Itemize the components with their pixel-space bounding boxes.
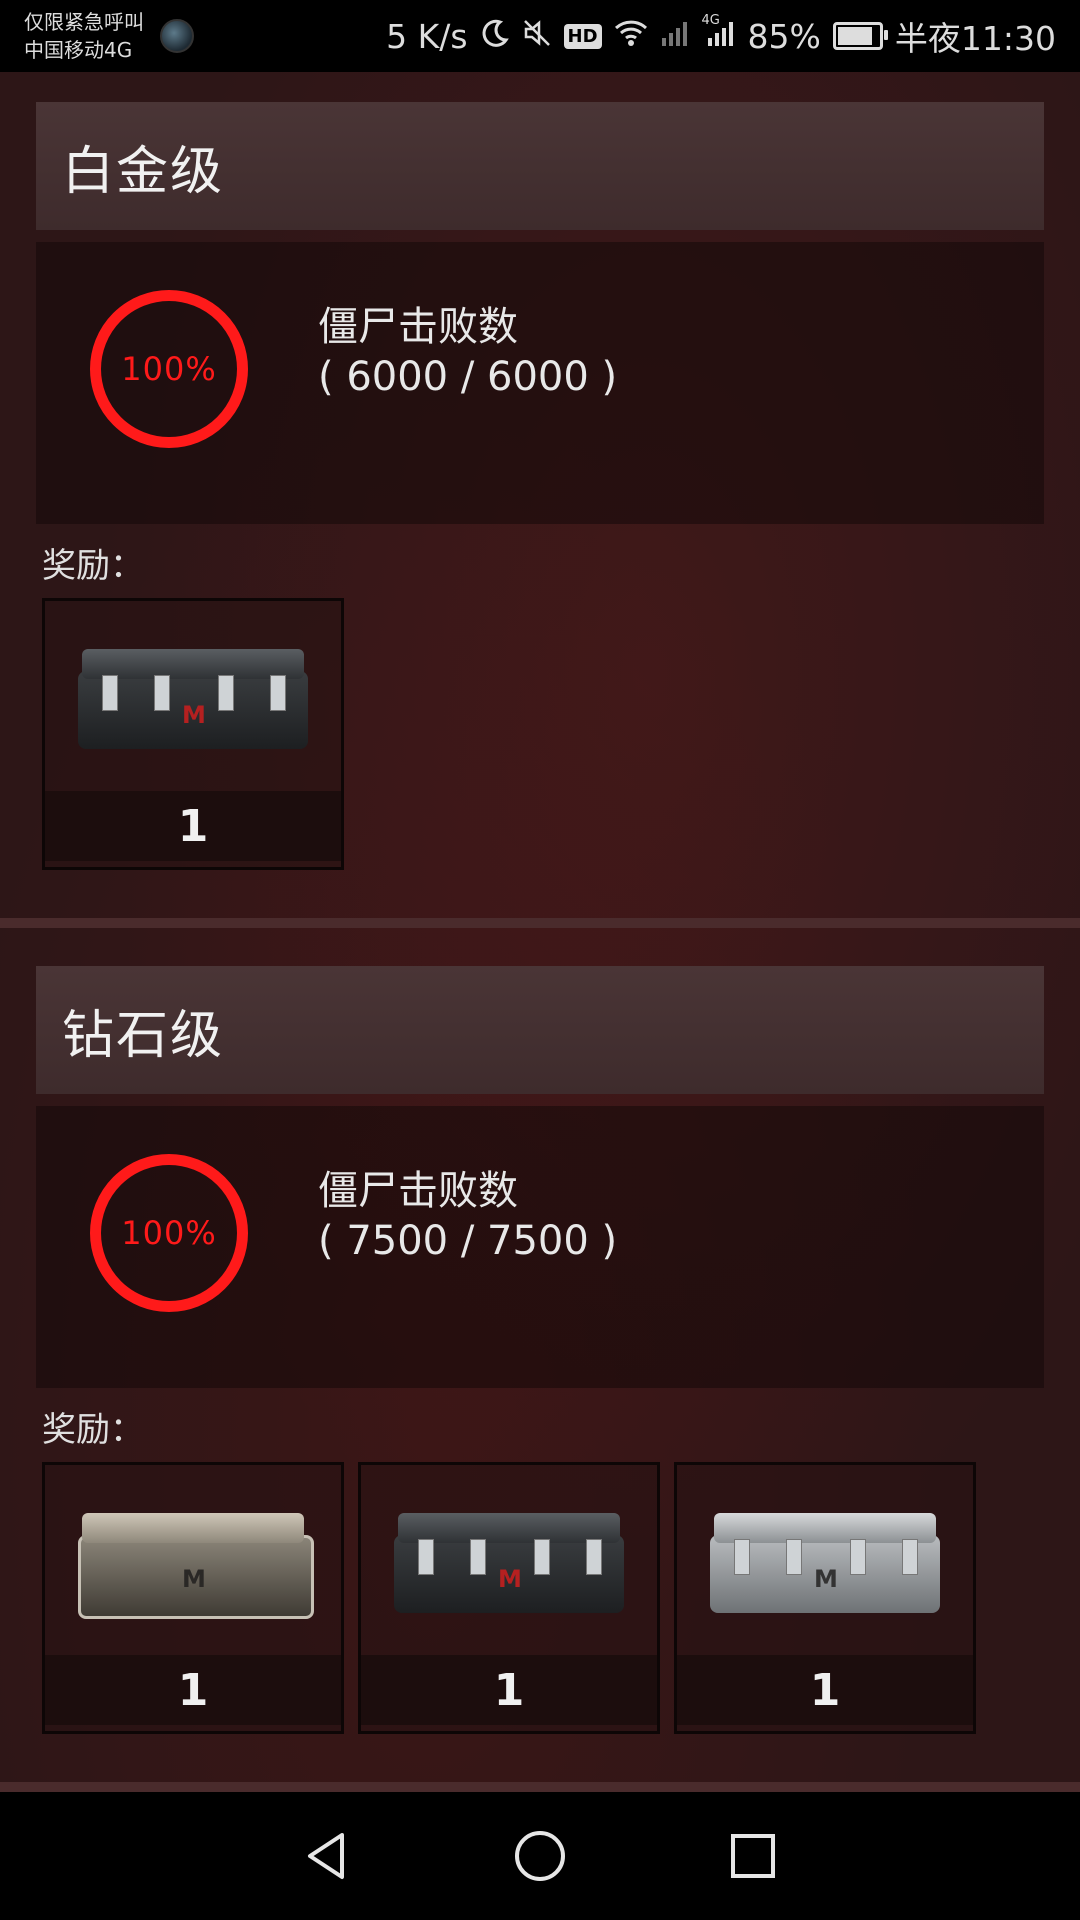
back-icon[interactable] — [297, 1826, 357, 1886]
mute-icon — [522, 17, 552, 56]
tier-title: 白金级 — [62, 141, 225, 202]
hd-icon: HD — [563, 23, 602, 49]
reward-list: M 1 — [42, 598, 344, 870]
signal-icon: 4G — [702, 13, 736, 56]
wifi-icon — [614, 17, 648, 56]
reward-label: 奖励： — [42, 1410, 144, 1450]
no-signal-icon — [660, 17, 690, 56]
clock: 半夜11:30 — [894, 19, 1056, 58]
wooden-crate-icon: M — [45, 1465, 341, 1661]
carrier-info: 仅限紧急呼叫 中国移动4G — [24, 8, 144, 64]
carrier-line2: 中国移动4G — [24, 38, 133, 62]
navigation-bar — [0, 1792, 1080, 1920]
moon-icon — [480, 17, 510, 56]
black-crate-icon: M — [361, 1465, 657, 1661]
carrier-line1: 仅限紧急呼叫 — [24, 10, 144, 34]
status-right: 5 K/s HD 4G 85% 半夜11:30 — [386, 12, 1080, 60]
network-speed: 5 K/s — [386, 16, 468, 56]
progress-ring: 100% — [90, 290, 248, 448]
reward-quantity: 1 — [361, 1655, 657, 1725]
task-count: ( 6000 / 6000 ) — [318, 354, 618, 400]
divider — [0, 918, 1080, 928]
status-bar: 仅限紧急呼叫 中国移动4G 5 K/s HD 4G 85% 半夜11:30 — [0, 0, 1080, 72]
battery-fill — [837, 27, 872, 45]
progress-panel: 100% 僵尸击败数 ( 7500 / 7500 ) — [36, 1106, 1044, 1388]
reward-list: M 1 M 1 M 1 — [42, 1462, 976, 1734]
progress-percent: 100% — [121, 350, 217, 388]
reward-quantity: 1 — [677, 1655, 973, 1725]
status-left: 仅限紧急呼叫 中国移动4G — [0, 8, 194, 64]
reward-item[interactable]: M 1 — [674, 1462, 976, 1734]
divider — [0, 1782, 1080, 1792]
battery-percent: 85% — [747, 16, 821, 56]
tier-title: 钻石级 — [62, 1005, 225, 1066]
tier-header: 白金级 — [36, 102, 1044, 230]
reward-item[interactable]: M 1 — [358, 1462, 660, 1734]
recents-icon[interactable] — [723, 1826, 783, 1886]
black-crate-icon: M — [45, 601, 341, 797]
reward-quantity: 1 — [45, 791, 341, 861]
task-name: 僵尸击败数 — [318, 1168, 518, 1214]
home-icon[interactable] — [510, 1826, 570, 1886]
task-name: 僵尸击败数 — [318, 304, 518, 350]
app-notification-icon — [160, 19, 194, 53]
network-type: 4G — [701, 12, 720, 28]
reward-quantity: 1 — [45, 1655, 341, 1725]
battery-icon — [832, 22, 888, 50]
achievement-list[interactable]: 白金级 100% 僵尸击败数 ( 6000 / 6000 ) 奖励： M 1 钻… — [0, 72, 1080, 1792]
reward-item[interactable]: M 1 — [42, 598, 344, 870]
silver-crate-icon: M — [677, 1465, 973, 1661]
tier-header: 钻石级 — [36, 966, 1044, 1094]
reward-item[interactable]: M 1 — [42, 1462, 344, 1734]
task-count: ( 7500 / 7500 ) — [318, 1218, 618, 1264]
progress-panel: 100% 僵尸击败数 ( 6000 / 6000 ) — [36, 242, 1044, 524]
reward-label: 奖励： — [42, 546, 144, 586]
progress-percent: 100% — [121, 1214, 217, 1252]
progress-ring: 100% — [90, 1154, 248, 1312]
